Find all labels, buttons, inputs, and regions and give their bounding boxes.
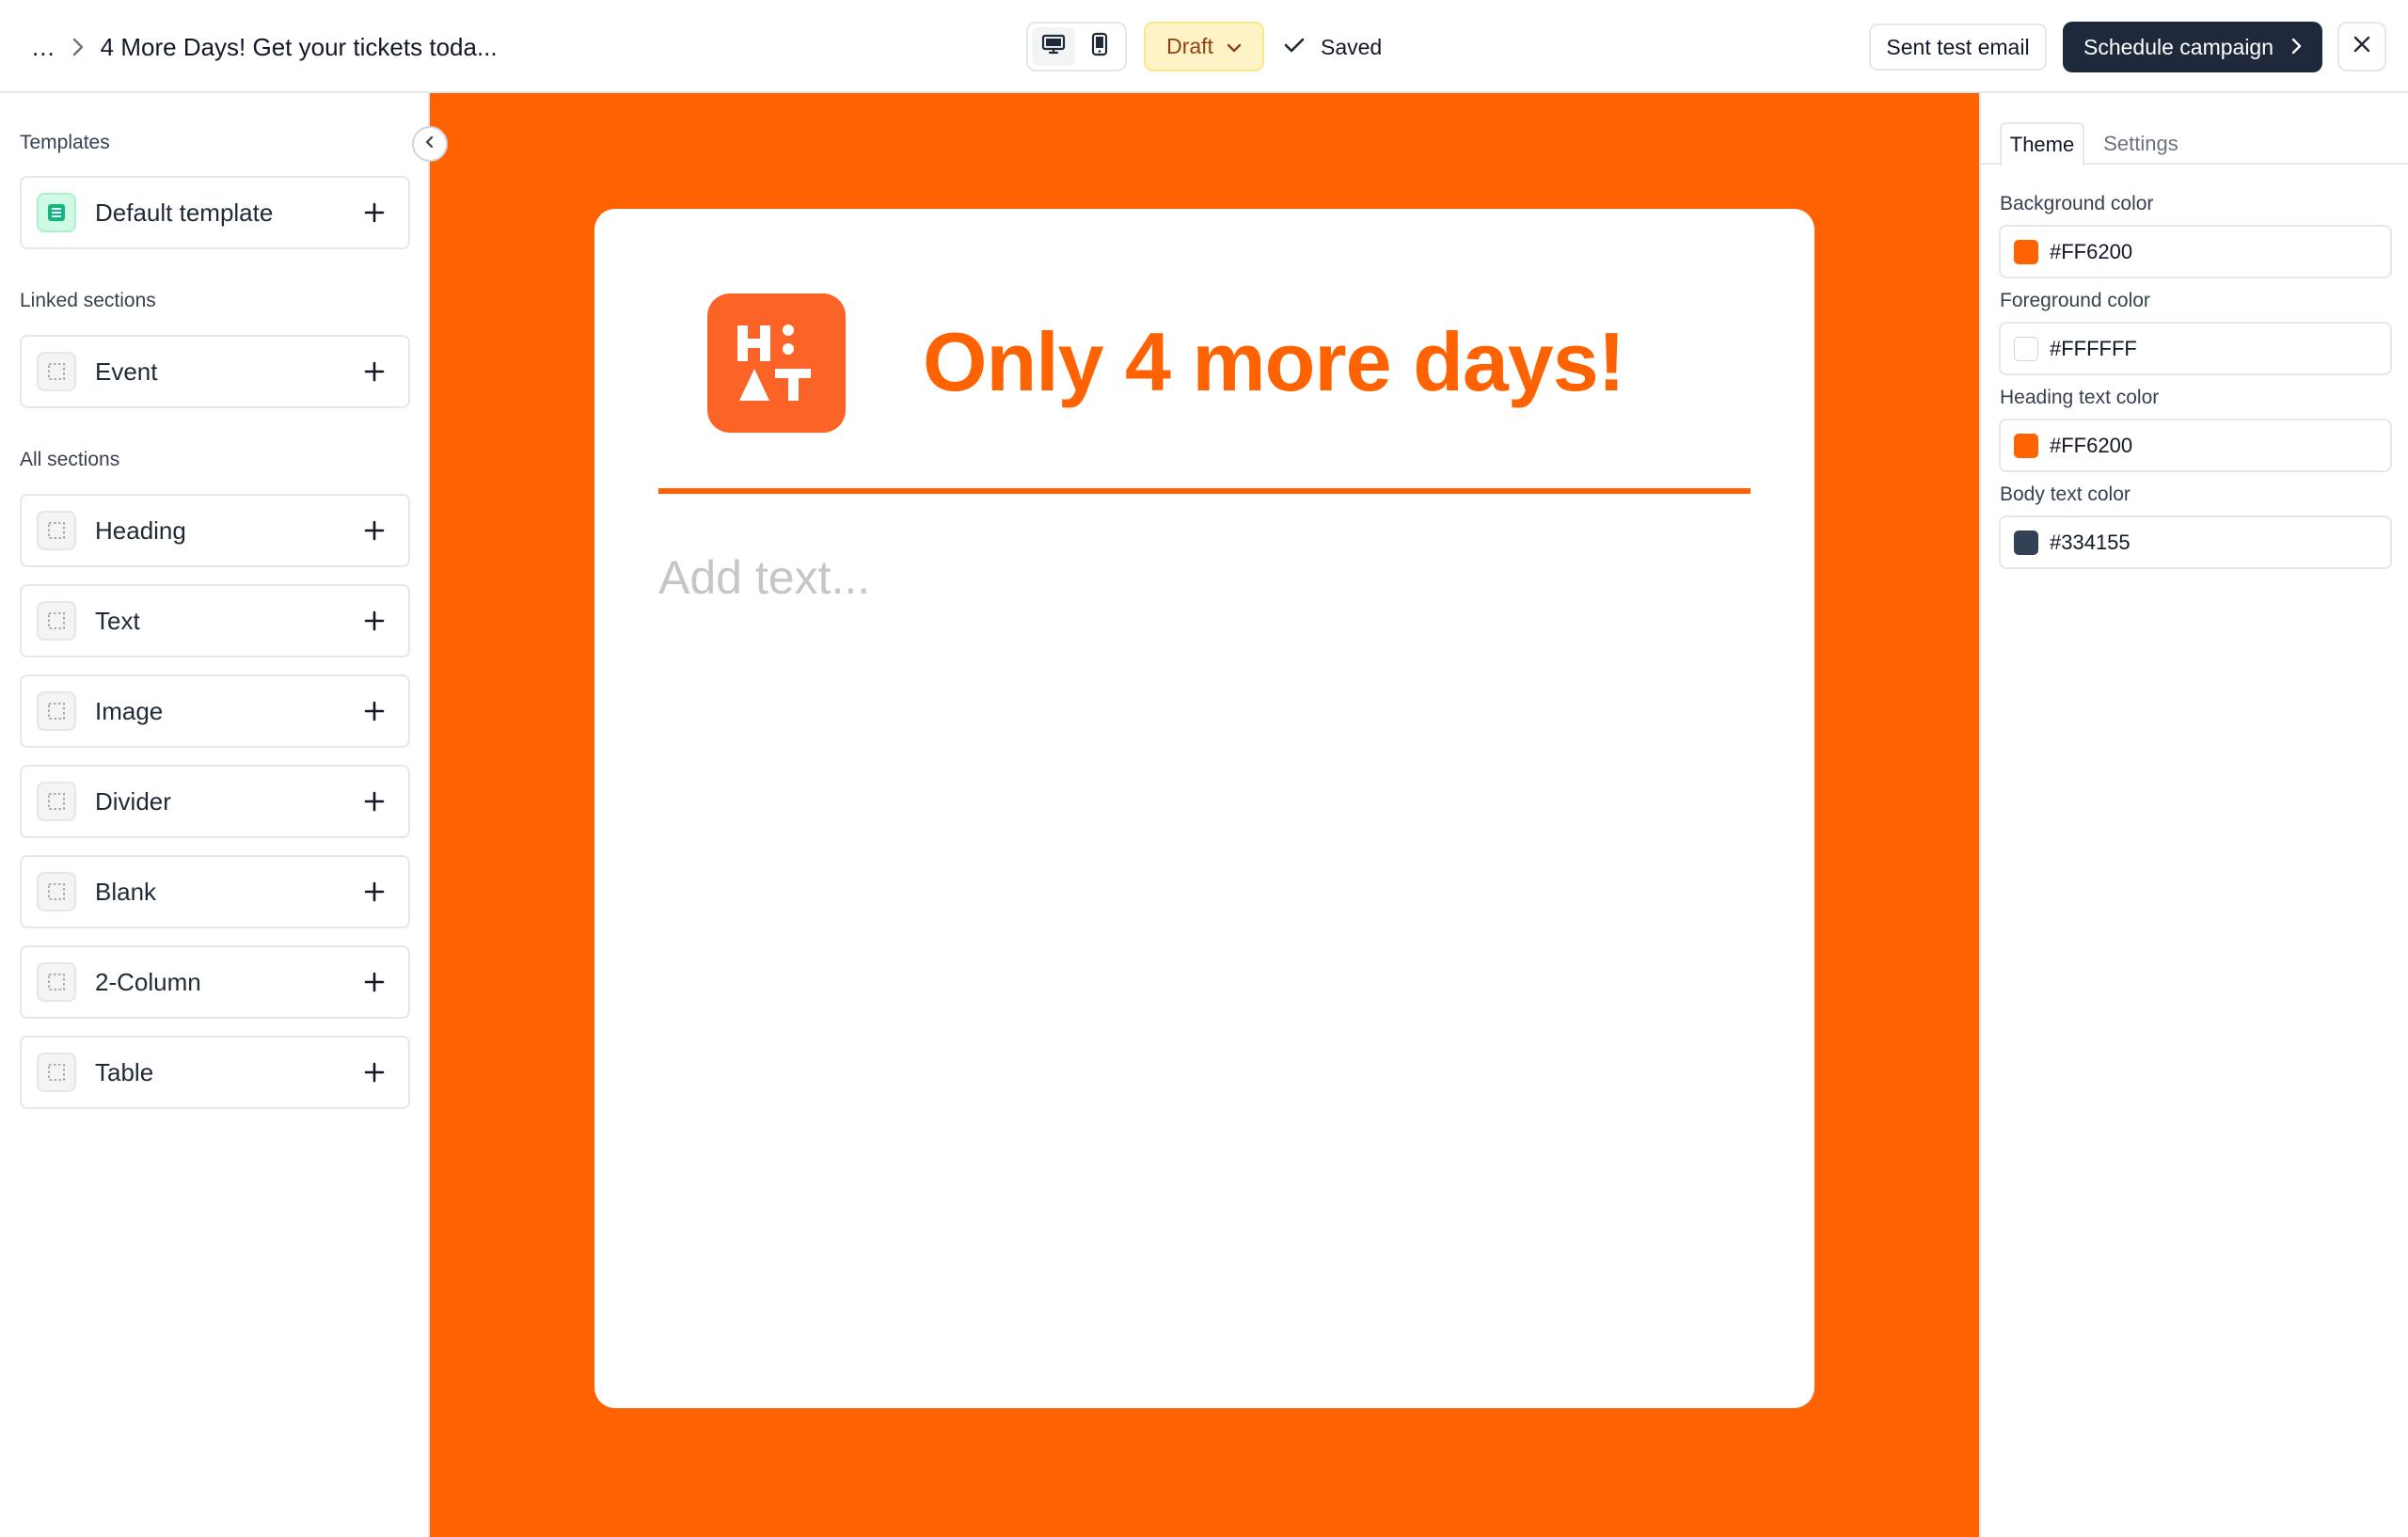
template-item-default[interactable]: Default template: [20, 176, 410, 249]
section-item-blank[interactable]: Blank: [20, 855, 410, 928]
background-color-value: #FF6200: [2050, 239, 2133, 263]
section-icon: [37, 601, 76, 641]
foreground-color-label: Foreground color: [2000, 290, 2150, 311]
section-icon: [37, 962, 76, 1002]
section-item-label: Blank: [95, 877, 157, 906]
desktop-icon: [1041, 33, 1066, 60]
heading-text-color-label: Heading text color: [2000, 387, 2160, 408]
foreground-color-value: #FFFFFF: [2050, 336, 2137, 360]
template-item-label: Default template: [95, 198, 274, 227]
section-item-label: Image: [95, 696, 164, 725]
heading-text-color-field[interactable]: #FF6200: [1999, 419, 2392, 472]
breadcrumb-ellipsis[interactable]: ...: [32, 33, 55, 62]
background-color-field[interactable]: #FF6200: [1999, 225, 2392, 278]
color-swatch[interactable]: [2014, 336, 2038, 361]
linked-sections-heading: Linked sections: [20, 290, 156, 311]
sections-sidebar: Templates Default template Linked sectio…: [0, 93, 430, 1537]
plus-icon[interactable]: [357, 694, 391, 728]
plus-icon[interactable]: [357, 355, 391, 388]
color-swatch[interactable]: [2014, 433, 2038, 458]
email-card[interactable]: Only 4 more days! Add text...: [594, 209, 1814, 1408]
section-item-table[interactable]: Table: [20, 1036, 410, 1109]
send-test-email-button[interactable]: Sent test email: [1869, 24, 2047, 71]
section-item-label: 2-Column: [95, 967, 201, 996]
foreground-color-field[interactable]: #FFFFFF: [1999, 322, 2392, 375]
theme-panel: Theme Settings Background color #FF6200 …: [1979, 93, 2408, 1537]
desktop-preview-button[interactable]: [1032, 27, 1075, 66]
section-icon: [37, 691, 76, 731]
background-color-label: Background color: [2000, 193, 2154, 214]
plus-icon[interactable]: [357, 784, 391, 818]
section-item-divider[interactable]: Divider: [20, 765, 410, 838]
body-text-color-value: #334155: [2050, 530, 2131, 554]
plus-icon[interactable]: [357, 604, 391, 638]
tab-theme[interactable]: Theme: [2000, 122, 2084, 166]
device-toggle: [1026, 22, 1127, 71]
section-icon: [37, 872, 76, 911]
section-icon: [37, 782, 76, 821]
section-item-label: Event: [95, 357, 158, 386]
close-button[interactable]: [2337, 22, 2386, 71]
plus-icon[interactable]: [357, 1055, 391, 1089]
section-item-label: Table: [95, 1057, 154, 1086]
section-item-image[interactable]: Image: [20, 674, 410, 748]
chevron-right-icon: [2290, 35, 2302, 60]
section-item-text[interactable]: Text: [20, 584, 410, 658]
mobile-icon: [1091, 32, 1108, 61]
section-item-2-column[interactable]: 2-Column: [20, 945, 410, 1019]
color-swatch[interactable]: [2014, 530, 2038, 555]
section-item-label: Text: [95, 606, 140, 635]
section-icon: [37, 1053, 76, 1092]
brand-logo[interactable]: [707, 293, 846, 433]
saved-label: Saved: [1321, 34, 1383, 59]
save-status: Saved: [1283, 28, 1382, 66]
all-sections-heading: All sections: [20, 449, 120, 470]
templates-heading: Templates: [20, 132, 110, 153]
chevron-down-icon: [1227, 34, 1242, 59]
email-heading[interactable]: Only 4 more days!: [923, 314, 1625, 410]
section-icon: [37, 352, 76, 391]
check-icon: [1283, 35, 1306, 60]
section-icon: [37, 511, 76, 550]
body-text-color-label: Body text color: [2000, 483, 2131, 505]
tab-settings[interactable]: Settings: [2094, 122, 2188, 165]
collapse-sidebar-button[interactable]: [412, 126, 448, 162]
top-bar: ... 4 More Days! Get your tickets toda..…: [0, 0, 2408, 93]
breadcrumb: ... 4 More Days! Get your tickets toda..…: [32, 28, 498, 66]
status-dropdown[interactable]: Draft: [1144, 22, 1264, 71]
email-body-placeholder[interactable]: Add text...: [658, 550, 870, 605]
close-icon: [2353, 35, 2371, 58]
panel-tabs: Theme Settings: [1981, 122, 2408, 166]
color-swatch[interactable]: [2014, 239, 2038, 264]
chevron-left-icon: [424, 135, 436, 154]
email-divider[interactable]: [658, 488, 1751, 494]
plus-icon[interactable]: [357, 965, 391, 999]
section-item-heading[interactable]: Heading: [20, 494, 410, 567]
schedule-campaign-button[interactable]: Schedule campaign: [2063, 22, 2322, 72]
section-item-label: Divider: [95, 786, 171, 816]
template-icon: [37, 193, 76, 232]
campaign-title[interactable]: 4 More Days! Get your tickets toda...: [101, 33, 498, 62]
plus-icon[interactable]: [357, 875, 391, 909]
schedule-label: Schedule campaign: [2083, 34, 2274, 59]
linked-section-event[interactable]: Event: [20, 335, 410, 408]
plus-icon[interactable]: [357, 196, 391, 230]
mobile-preview-button[interactable]: [1079, 27, 1122, 66]
status-label: Draft: [1166, 34, 1213, 58]
plus-icon[interactable]: [357, 514, 391, 547]
section-item-label: Heading: [95, 515, 186, 545]
chevron-right-icon: [69, 38, 87, 56]
body-text-color-field[interactable]: #334155: [1999, 515, 2392, 569]
heading-text-color-value: #FF6200: [2050, 433, 2133, 457]
email-canvas: Only 4 more days! Add text...: [430, 93, 1979, 1537]
